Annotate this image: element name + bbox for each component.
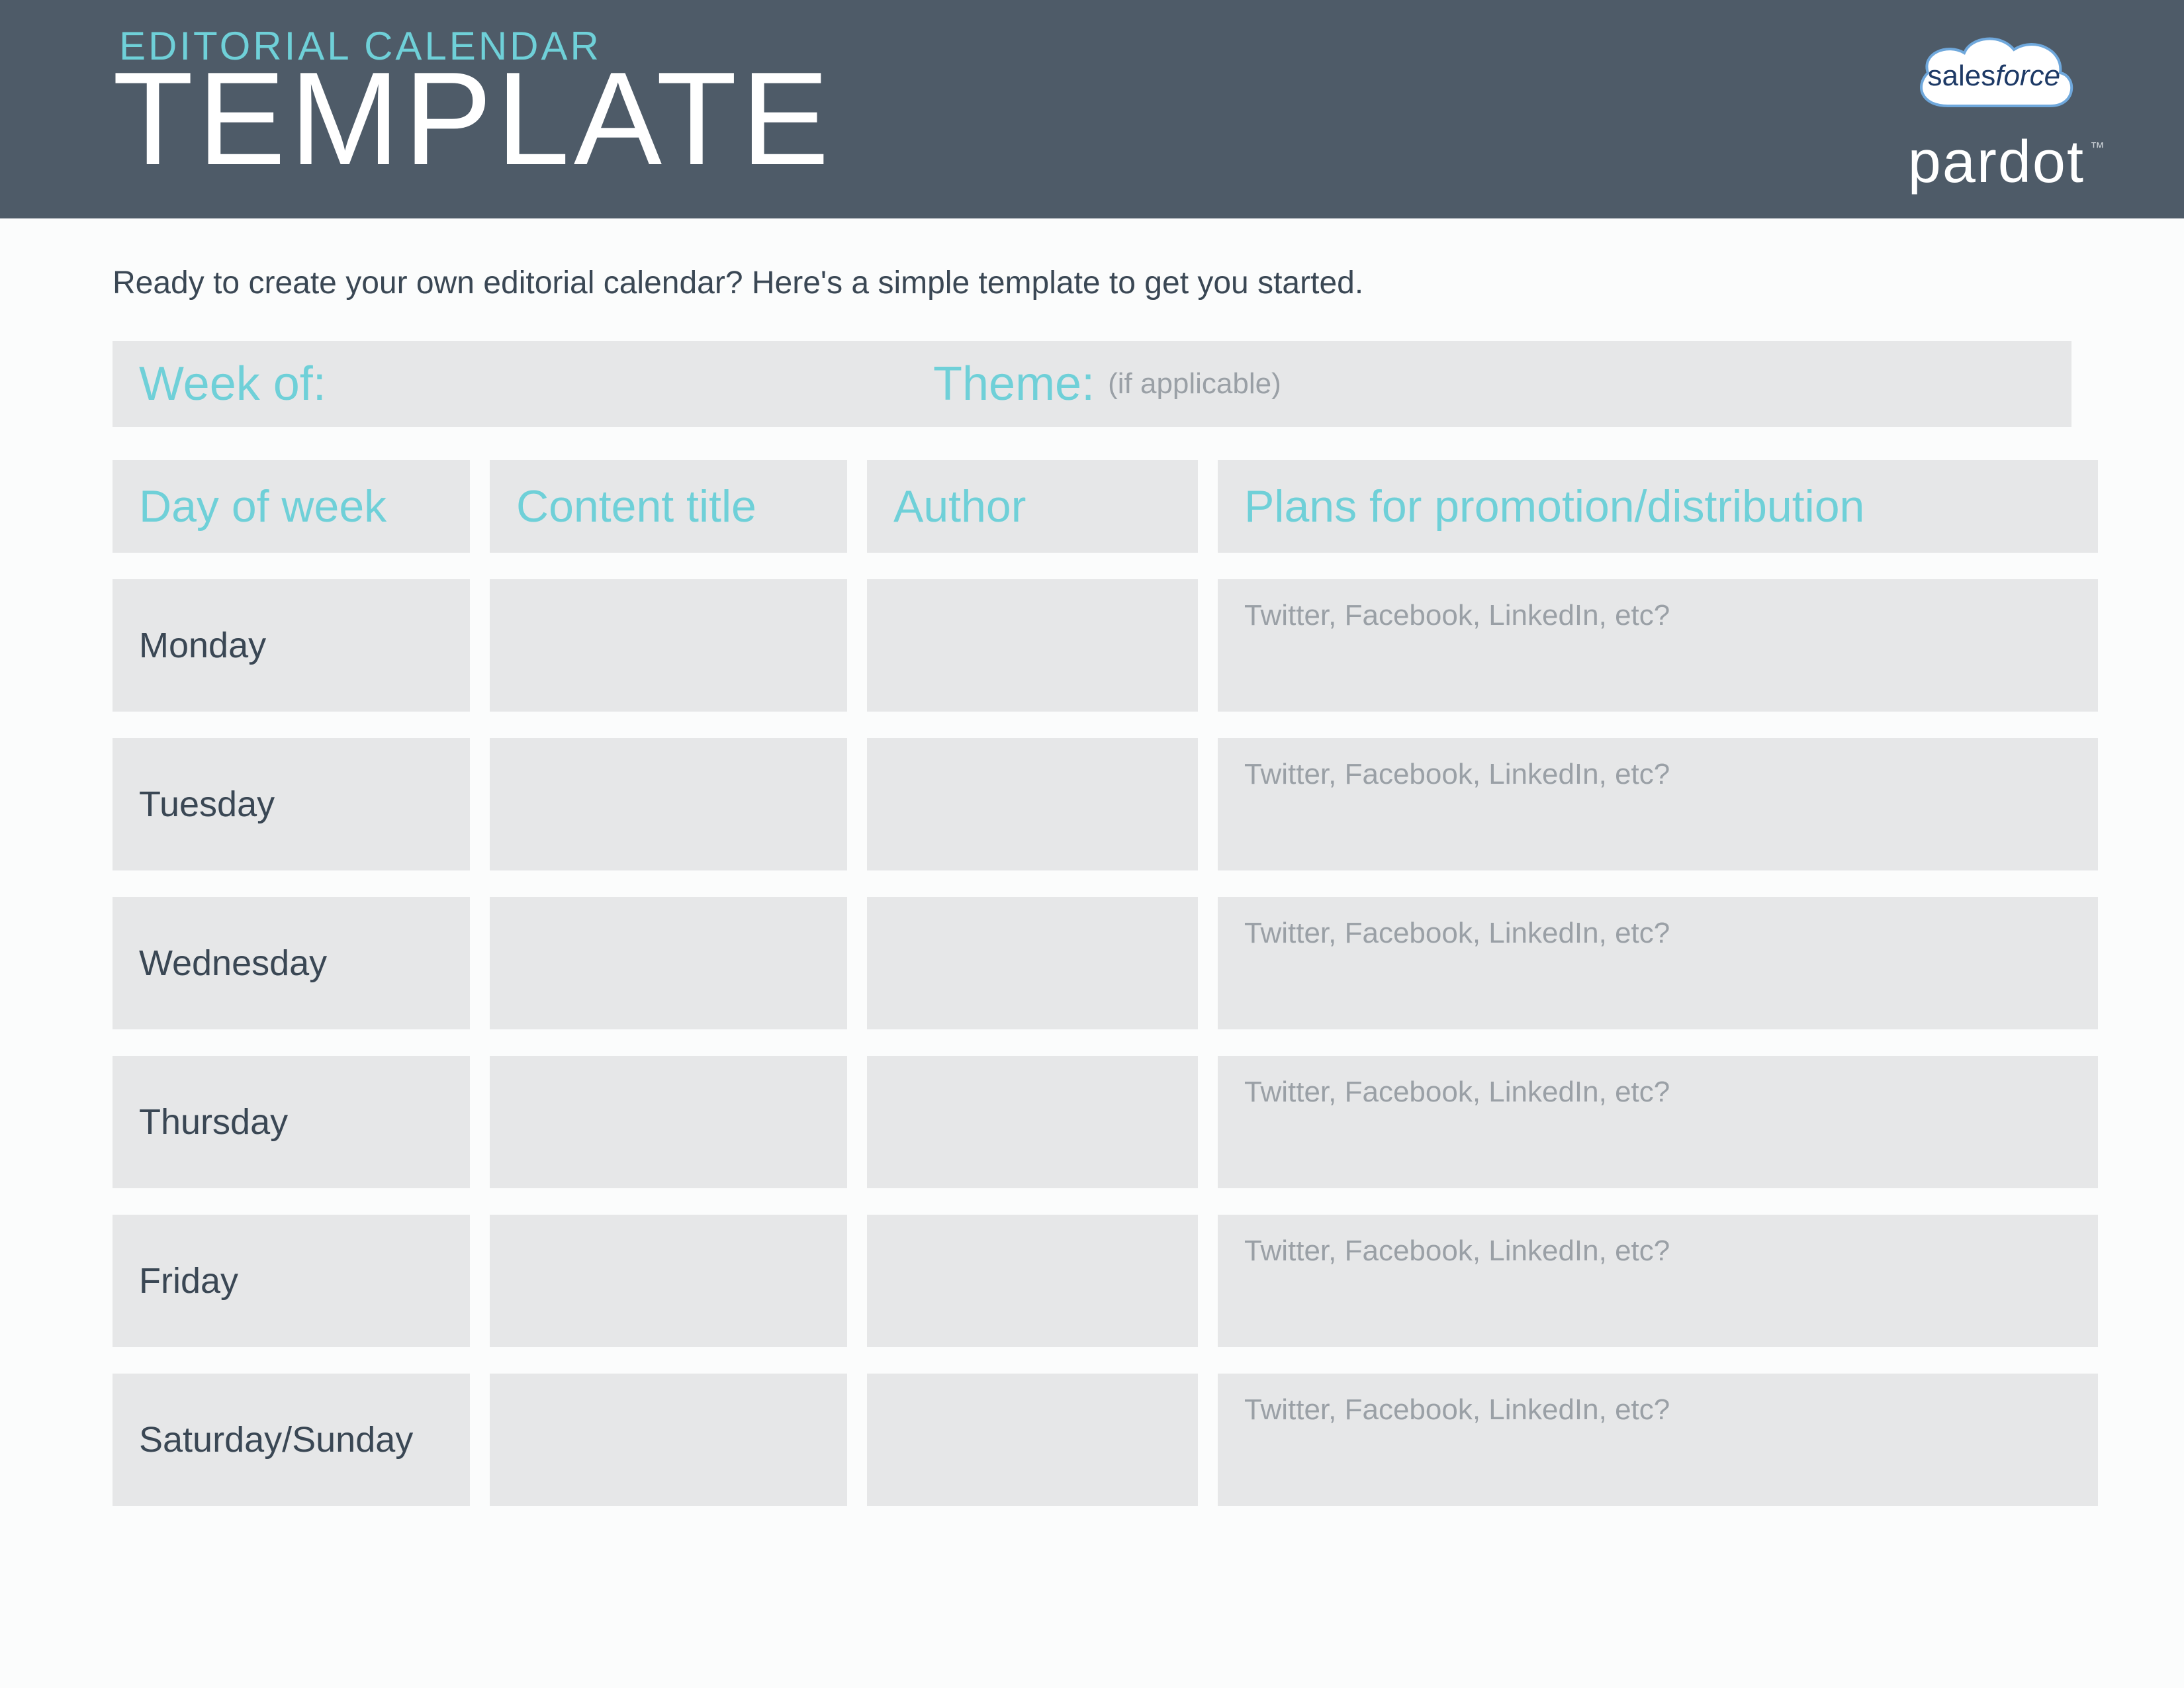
author-cell[interactable] (867, 1215, 1198, 1347)
intro-text: Ready to create your own editorial calen… (113, 265, 2071, 301)
theme-note: (if applicable) (1108, 367, 1281, 400)
plans-cell[interactable]: Twitter, Facebook, LinkedIn, etc? (1218, 738, 2098, 870)
author-cell[interactable] (867, 897, 1198, 1029)
day-cell: Friday (113, 1215, 470, 1347)
calendar-grid: Day of week Content title Author Plans f… (113, 460, 2071, 1506)
plans-cell[interactable]: Twitter, Facebook, LinkedIn, etc? (1218, 1374, 2098, 1506)
author-cell[interactable] (867, 738, 1198, 870)
col-header-title: Content title (490, 460, 847, 553)
week-of-label: Week of: (139, 357, 933, 411)
author-cell[interactable] (867, 1056, 1198, 1188)
day-cell: Wednesday (113, 897, 470, 1029)
theme-label: Theme: (933, 357, 1095, 411)
salesforce-cloud-icon: salesforce (1908, 26, 2080, 126)
plans-cell[interactable]: Twitter, Facebook, LinkedIn, etc? (1218, 897, 2098, 1029)
title-cell[interactable] (490, 897, 847, 1029)
salesforce-wordmark: salesforce (1908, 26, 2080, 126)
document-body: Ready to create your own editorial calen… (0, 218, 2184, 1506)
header-title: TEMPLATE (113, 53, 833, 185)
salesforce-word-a: sales (1928, 60, 1996, 93)
day-cell: Thursday (113, 1056, 470, 1188)
trademark-symbol: ™ (2090, 139, 2105, 156)
day-cell: Saturday/Sunday (113, 1374, 470, 1506)
day-cell: Tuesday (113, 738, 470, 870)
col-header-plans: Plans for promotion/distribution (1218, 460, 2098, 553)
plans-cell[interactable]: Twitter, Facebook, LinkedIn, etc? (1218, 579, 2098, 712)
col-header-author: Author (867, 460, 1198, 553)
title-cell[interactable] (490, 738, 847, 870)
col-header-day: Day of week (113, 460, 470, 553)
salesforce-word-b: force (1995, 60, 2060, 93)
title-cell[interactable] (490, 1374, 847, 1506)
author-cell[interactable] (867, 1374, 1198, 1506)
title-cell[interactable] (490, 1056, 847, 1188)
pardot-wordmark: pardot (1908, 132, 2085, 192)
brand-logo: salesforce pardot ™ (1908, 26, 2105, 192)
meta-bar: Week of: Theme: (if applicable) (113, 341, 2071, 427)
title-cell[interactable] (490, 579, 847, 712)
title-cell[interactable] (490, 1215, 847, 1347)
plans-cell[interactable]: Twitter, Facebook, LinkedIn, etc? (1218, 1056, 2098, 1188)
author-cell[interactable] (867, 579, 1198, 712)
header-bar: EDITORIAL CALENDAR TEMPLATE salesforce p… (0, 0, 2184, 218)
day-cell: Monday (113, 579, 470, 712)
plans-cell[interactable]: Twitter, Facebook, LinkedIn, etc? (1218, 1215, 2098, 1347)
